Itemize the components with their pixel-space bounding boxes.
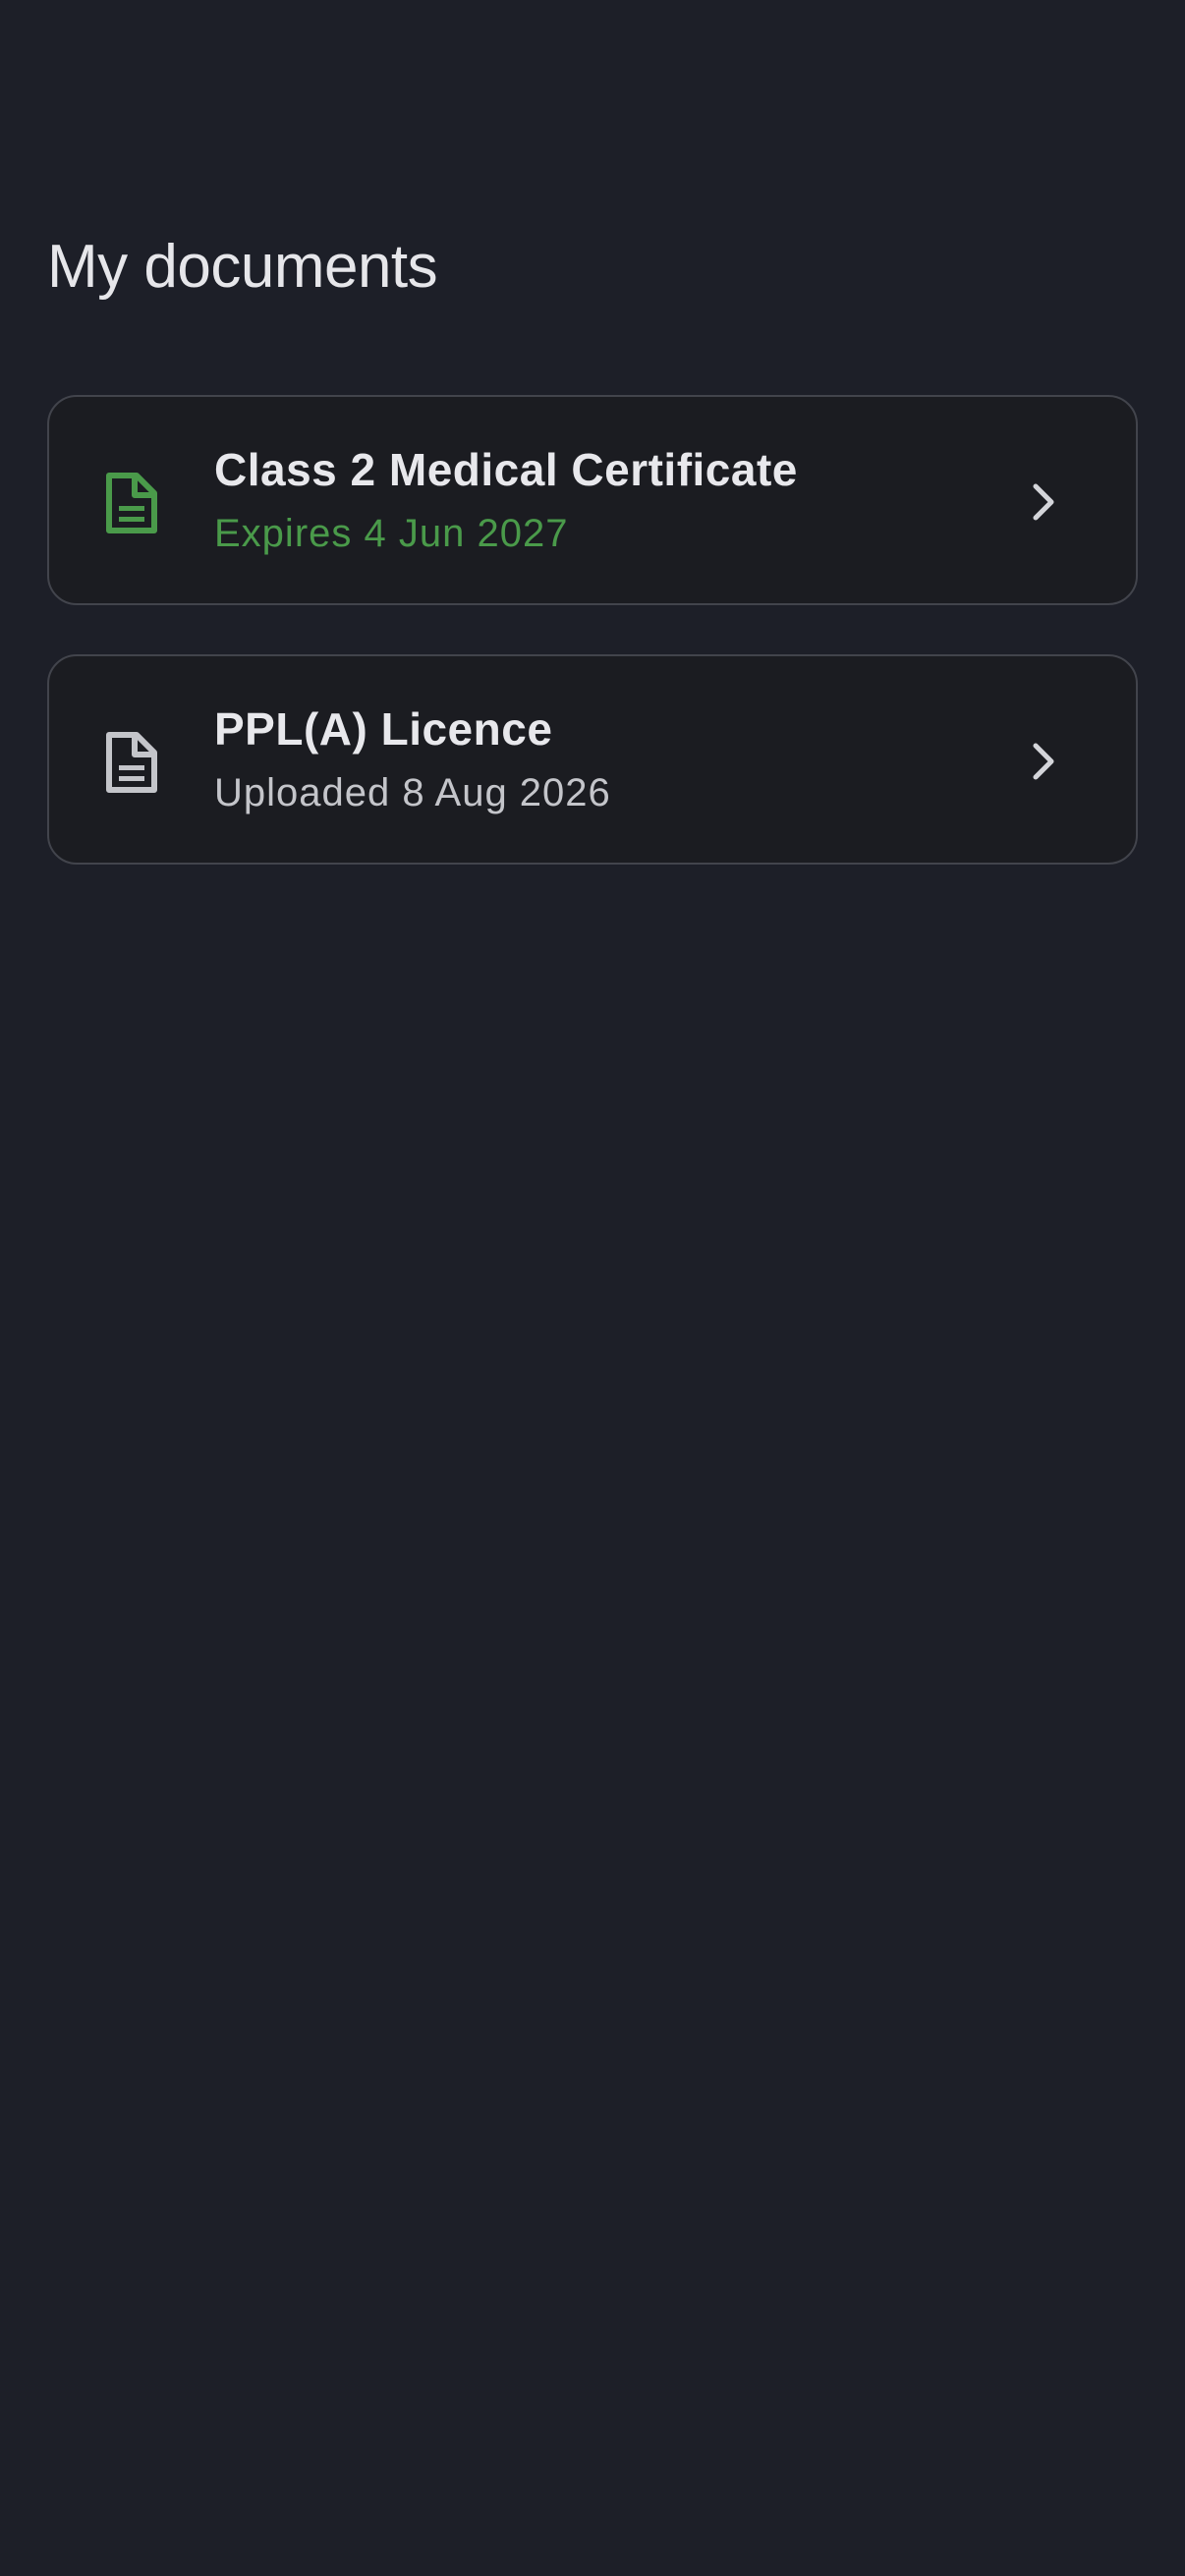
document-title: Class 2 Medical Certificate	[214, 444, 798, 495]
document-card-medical-certificate[interactable]: Class 2 Medical Certificate Expires 4 Ju…	[47, 395, 1138, 605]
document-card-ppl-licence[interactable]: PPL(A) Licence Uploaded 8 Aug 2026	[47, 654, 1138, 865]
chevron-right-icon	[1032, 742, 1055, 781]
document-list: Class 2 Medical Certificate Expires 4 Ju…	[47, 395, 1138, 914]
document-upload-date: Uploaded 8 Aug 2026	[214, 771, 611, 814]
document-expiry-date: Expires 4 Jun 2027	[214, 512, 569, 555]
page-title: My documents	[47, 233, 438, 301]
document-icon	[104, 473, 157, 533]
document-title: PPL(A) Licence	[214, 703, 553, 755]
document-icon	[104, 732, 157, 793]
chevron-right-icon	[1032, 482, 1055, 522]
